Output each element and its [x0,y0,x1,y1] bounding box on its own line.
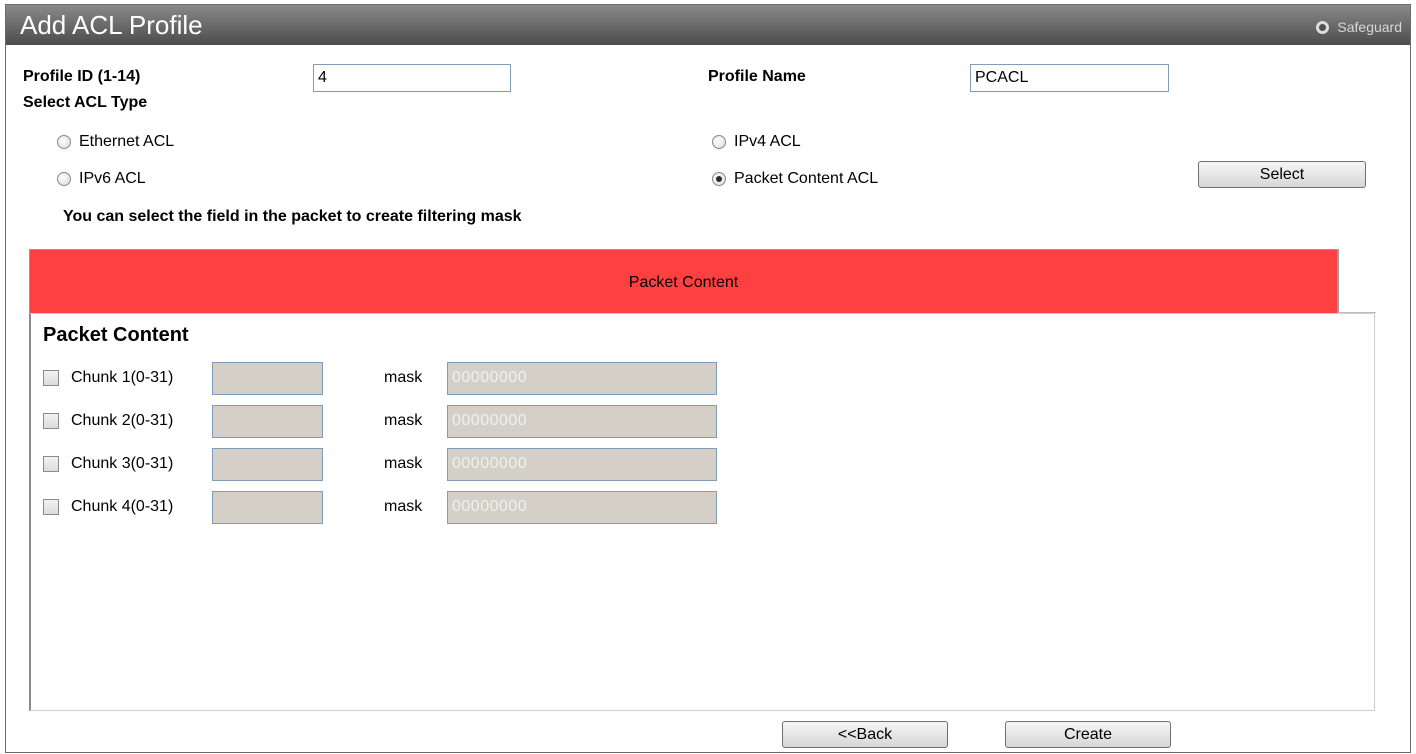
chunk-4-checkbox[interactable] [43,499,59,515]
chunk-1-mask-label: mask [384,369,423,386]
radio-ipv6-acl-dot[interactable] [57,172,71,186]
chunk-3-mask-input[interactable]: 00000000 [447,448,717,481]
back-button[interactable]: <<Back [782,721,948,748]
filtering-mask-hint: You can select the field in the packet t… [63,208,522,225]
chunk-4-label: Chunk 4(0-31) [71,498,174,515]
safeguard-indicator[interactable]: Safeguard [1316,19,1402,35]
profile-name-input[interactable] [970,64,1169,92]
radio-ethernet-acl-dot[interactable] [57,135,71,149]
chunk-row: Chunk 3(0-31) mask 00000000 [41,448,741,481]
radio-ipv4-acl[interactable]: IPv4 ACL [712,133,801,151]
chunk-3-mask-label: mask [384,455,423,472]
tab-right-edge [1338,249,1339,313]
packet-content-panel: Packet Content Chunk 1(0-31) mask 000000… [29,313,1375,711]
chunk-2-mask-input[interactable]: 00000000 [447,405,717,438]
chunk-1-label: Chunk 1(0-31) [71,369,174,386]
radio-ipv6-acl[interactable]: IPv6 ACL [57,170,146,188]
packet-content-title: Packet Content [43,324,189,346]
radio-packet-content-acl[interactable]: Packet Content ACL [712,170,878,188]
chunk-2-checkbox[interactable] [43,413,59,429]
select-acl-type-label: Select ACL Type [23,94,148,111]
chunk-1-mask-input[interactable]: 00000000 [447,362,717,395]
tab-packet-content[interactable]: Packet Content [29,249,1338,313]
chunk-2-label: Chunk 2(0-31) [71,412,174,429]
chunk-1-offset-input[interactable] [212,362,323,395]
safeguard-label: Safeguard [1337,19,1402,35]
radio-packet-content-acl-dot[interactable] [712,172,726,186]
chunk-1-checkbox[interactable] [43,370,59,386]
chunk-4-offset-input[interactable] [212,491,323,524]
chunk-row: Chunk 4(0-31) mask 00000000 [41,491,741,524]
profile-id-input[interactable] [313,64,511,92]
profile-id-label: Profile ID (1-14) [23,68,141,85]
chunk-4-mask-input[interactable]: 00000000 [447,491,717,524]
select-button[interactable]: Select [1198,161,1366,188]
radio-ipv6-acl-label: IPv6 ACL [79,170,146,187]
radio-ipv4-acl-label: IPv4 ACL [734,133,801,150]
radio-packet-content-acl-label: Packet Content ACL [734,170,879,187]
chunk-3-offset-input[interactable] [212,448,323,481]
create-button[interactable]: Create [1005,721,1171,748]
radio-ethernet-acl[interactable]: Ethernet ACL [57,133,174,151]
chunk-4-mask-label: mask [384,498,423,515]
profile-name-label: Profile Name [708,68,806,85]
chunk-2-mask-label: mask [384,412,423,429]
chunk-3-checkbox[interactable] [43,456,59,472]
chunk-row: Chunk 1(0-31) mask 00000000 [41,362,741,395]
radio-ethernet-acl-label: Ethernet ACL [79,133,175,150]
safeguard-ring-icon [1316,20,1330,34]
chunk-row: Chunk 2(0-31) mask 00000000 [41,405,741,438]
chunk-2-offset-input[interactable] [212,405,323,438]
chunk-3-label: Chunk 3(0-31) [71,455,174,472]
radio-ipv4-acl-dot[interactable] [712,135,726,149]
window-title: Add ACL Profile [20,10,203,40]
tab-packet-content-label: Packet Content [628,274,739,291]
title-bar: Add ACL Profile Safeguard [6,5,1410,45]
